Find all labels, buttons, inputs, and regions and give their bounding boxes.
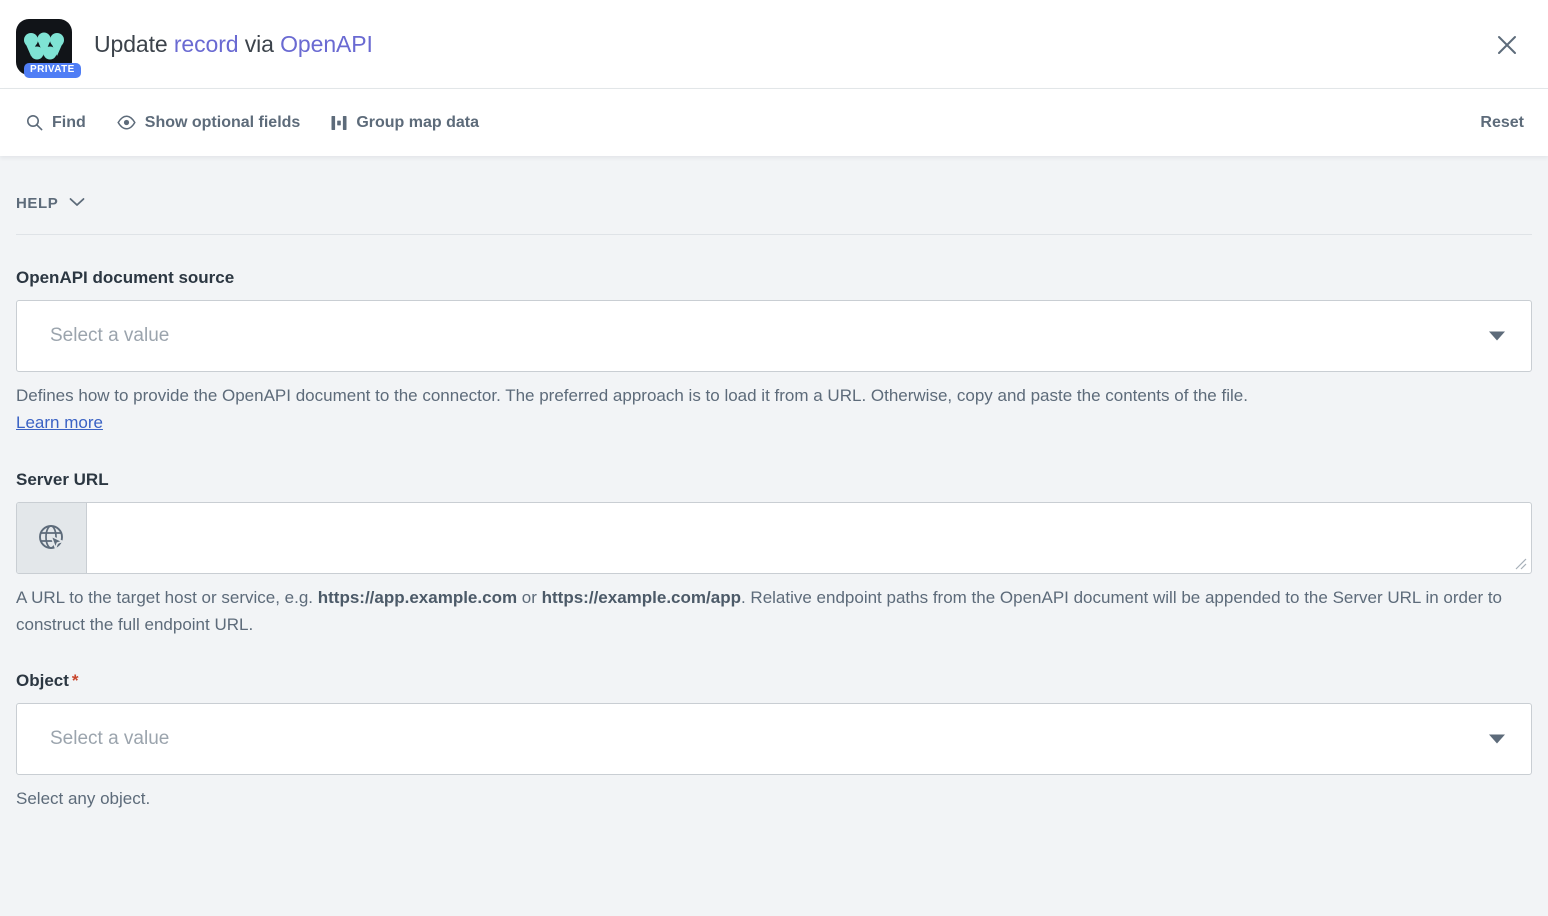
openapi-document-source-select[interactable]: Select a value xyxy=(16,300,1532,372)
field-label-openapi-document-source: OpenAPI document source xyxy=(16,268,1532,288)
close-icon xyxy=(1496,34,1518,56)
learn-more-link[interactable]: Learn more xyxy=(16,413,103,432)
globe-pointer-icon xyxy=(37,523,67,553)
description-part-1: A URL to the target host or service, e.g… xyxy=(16,588,318,607)
toolbar: Find Show optional fields Group map data… xyxy=(0,89,1548,156)
title-prefix: Update xyxy=(94,31,174,57)
group-map-data-button[interactable]: Group map data xyxy=(331,114,479,132)
eye-icon xyxy=(117,115,136,130)
field-description-server-url: A URL to the target host or service, e.g… xyxy=(16,585,1536,639)
object-select[interactable]: Select a value xyxy=(16,703,1532,775)
show-optional-fields-label: Show optional fields xyxy=(145,114,301,132)
title-openapi-link[interactable]: OpenAPI xyxy=(280,31,373,57)
title-middle: via xyxy=(238,31,280,57)
private-badge: PRIVATE xyxy=(24,63,81,78)
field-label-server-url: Server URL xyxy=(16,470,1532,490)
field-server-url: Server URL A URL to the target host or s… xyxy=(16,470,1532,639)
description-text: Defines how to provide the OpenAPI docum… xyxy=(16,386,1248,405)
group-map-data-label: Group map data xyxy=(356,114,479,132)
field-openapi-document-source: OpenAPI document source Select a value D… xyxy=(16,268,1532,437)
help-label: HELP xyxy=(16,195,58,212)
search-icon xyxy=(26,114,43,131)
w-logo-icon xyxy=(24,32,64,62)
dialog-body: HELP OpenAPI document source Select a va… xyxy=(0,156,1548,916)
required-marker: * xyxy=(72,671,79,690)
openapi-document-source-placeholder: Select a value xyxy=(17,325,169,347)
chevron-down-icon xyxy=(69,194,85,212)
example-url-2: https://example.com/app xyxy=(542,588,741,607)
description-part-2: or xyxy=(517,588,542,607)
group-map-data-icon xyxy=(331,115,347,131)
object-label-text: Object xyxy=(16,671,69,690)
app-logo: PRIVATE xyxy=(16,9,74,81)
chevron-down-icon xyxy=(1489,735,1505,744)
field-description-openapi-document-source: Defines how to provide the OpenAPI docum… xyxy=(16,383,1536,437)
help-divider xyxy=(16,234,1532,235)
close-button[interactable] xyxy=(1490,28,1524,62)
object-placeholder: Select a value xyxy=(17,728,169,750)
reset-button[interactable]: Reset xyxy=(1480,114,1524,132)
page-title: Update record via OpenAPI xyxy=(94,31,373,58)
server-url-input[interactable] xyxy=(87,503,1531,573)
find-button[interactable]: Find xyxy=(26,114,86,132)
example-url-1: https://app.example.com xyxy=(318,588,517,607)
field-object: Object* Select a value Select any object… xyxy=(16,671,1532,813)
server-url-input-group xyxy=(16,502,1532,574)
chevron-down-icon xyxy=(1489,332,1505,341)
field-label-object: Object* xyxy=(16,671,1532,691)
title-record-link[interactable]: record xyxy=(174,31,239,57)
server-url-addon-button[interactable] xyxy=(17,503,87,573)
dialog-header: PRIVATE Update record via OpenAPI xyxy=(0,0,1548,89)
find-label: Find xyxy=(52,114,86,132)
show-optional-fields-button[interactable]: Show optional fields xyxy=(117,114,301,132)
help-section-toggle[interactable]: HELP xyxy=(16,156,1532,234)
field-description-object: Select any object. xyxy=(16,786,1536,813)
